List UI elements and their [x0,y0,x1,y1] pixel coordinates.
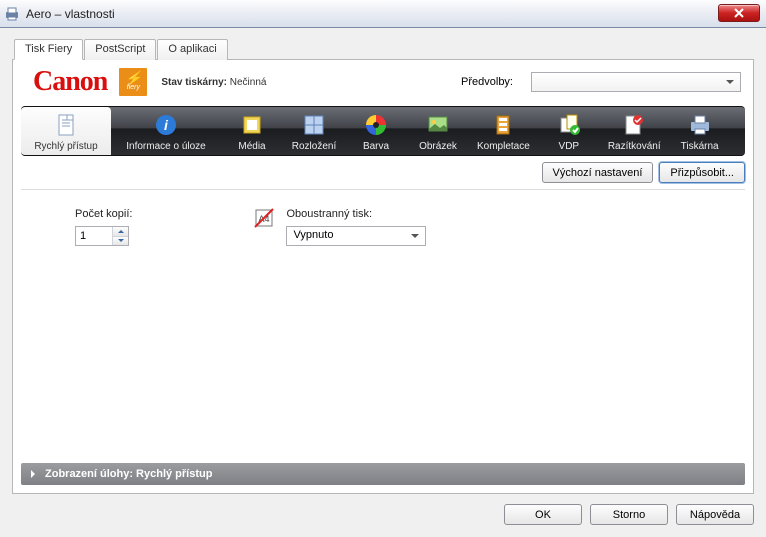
brand-row: Canon ⚡fiery Stav tiskárny: Nečinná Před… [13,60,753,106]
duplex-dropdown[interactable]: Vypnuto [286,226,426,246]
tab-pane: Canon ⚡fiery Stav tiskárny: Nečinná Před… [12,59,754,494]
tab-o-aplikaci[interactable]: O aplikaci [157,39,227,60]
printer-app-icon [4,6,20,22]
info-icon: i [153,111,179,139]
content-area: Počet kopií: A4 Oboustranný tisk: Vypn [21,189,745,463]
close-button[interactable] [718,4,760,22]
section-toolbar: Rychlý přístup i Informace o úloze Média… [21,106,745,156]
toolbar-label: Kompletace [477,141,530,152]
titlebar: Aero – vlastnosti [0,0,766,28]
finishing-icon [490,111,516,139]
tab-postscript[interactable]: PostScript [84,39,156,60]
toolbar-kompletace[interactable]: Kompletace [469,107,538,155]
copies-input[interactable] [76,227,112,245]
printer-status-value: Nečinná [230,77,267,88]
duplex-group: A4 Oboustranný tisk: Vypnuto [252,208,426,246]
window-title: Aero – vlastnosti [26,7,115,21]
duplex-label: Oboustranný tisk: [286,208,426,220]
main-tabs: Tisk Fiery PostScript O aplikaci [14,38,754,59]
ok-button[interactable]: OK [504,504,582,525]
toolbar-label: Barva [363,141,389,152]
dialog-buttons: OK Storno Nápověda [12,494,754,525]
toolbar-label: Média [238,141,265,152]
client-area: Tisk Fiery PostScript O aplikaci Canon ⚡… [0,28,766,537]
printer-status-label: Stav tiskárny: [161,77,227,88]
toolbar-razitkovani[interactable]: Razítkování [600,107,669,155]
customize-button[interactable]: Přizpůsobit... [659,162,745,183]
copies-label: Počet kopií: [75,208,132,220]
fiery-logo: ⚡fiery [119,68,147,96]
duplex-value: Vypnuto [293,229,333,241]
help-button[interactable]: Nápověda [676,504,754,525]
presets-dropdown[interactable] [531,72,741,92]
toolbar-label: Razítkování [608,141,661,152]
job-view-strip[interactable]: Zobrazení úlohy: Rychlý přístup [21,463,745,485]
toolbar-tiskarna[interactable]: Tiskárna [669,107,731,155]
media-icon [239,111,265,139]
job-view-text: Zobrazení úlohy: Rychlý přístup [45,468,212,480]
toolbar-media[interactable]: Média [221,107,283,155]
toolbar-obrazek[interactable]: Obrázek [407,107,469,155]
printer-icon [687,111,713,139]
image-icon [425,111,451,139]
copies-group: Počet kopií: [75,208,132,246]
toolbar-label: VDP [559,141,580,152]
printer-status: Stav tiskárny: Nečinná [161,77,266,88]
document-icon [53,111,79,139]
layout-icon [301,111,327,139]
defaults-button[interactable]: Výchozí nastavení [542,162,654,183]
expand-icon [31,470,39,478]
copies-down[interactable] [112,237,128,246]
canon-logo: Canon [33,66,107,98]
stamp-icon [621,111,647,139]
color-icon [363,111,389,139]
toolbar-label: Informace o úloze [126,141,206,152]
tab-tisk-fiery[interactable]: Tisk Fiery [14,39,83,60]
toolbar-label: Obrázek [419,141,457,152]
toolbar-barva[interactable]: Barva [345,107,407,155]
toolbar-informace-o-uloze[interactable]: i Informace o úloze [111,107,221,155]
toolbar-rychly-pristup[interactable]: Rychlý přístup [21,107,111,155]
toolbar-label: Tiskárna [681,141,719,152]
sub-buttons: Výchozí nastavení Přizpůsobit... [13,156,753,189]
presets-label: Předvolby: [461,76,513,88]
cancel-button[interactable]: Storno [590,504,668,525]
duplex-off-icon: A4 [252,206,276,230]
copies-up[interactable] [112,227,128,237]
toolbar-rozlozeni[interactable]: Rozložení [283,107,345,155]
vdp-icon [556,111,582,139]
copies-spinner[interactable] [75,226,129,246]
toolbar-label: Rychlý přístup [34,141,97,152]
toolbar-vdp[interactable]: VDP [538,107,600,155]
toolbar-label: Rozložení [292,141,336,152]
